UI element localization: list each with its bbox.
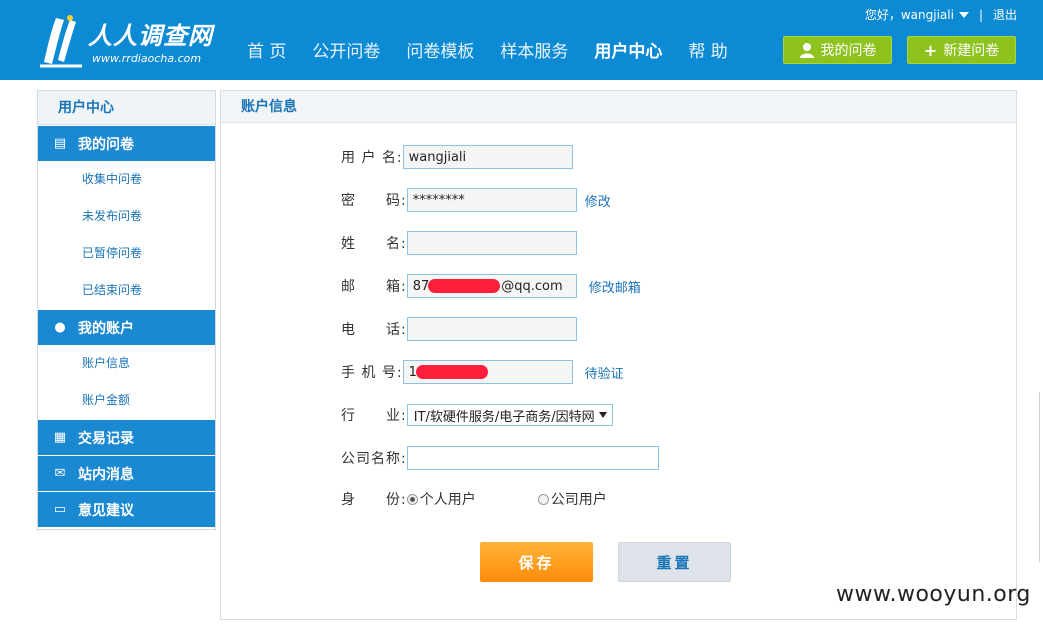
logo-url: www.rrdiaocha.com — [92, 52, 202, 65]
field-identity: 身 份: 个人用户 公司用户 — [341, 487, 607, 511]
main-panel: 账户信息 用 户 名: wangjiali 密 码: ******** 修改 姓… — [220, 90, 1017, 620]
field-username: 用 户 名: wangjiali — [341, 145, 573, 169]
envelope-icon: ✉ — [54, 466, 66, 481]
username-label: 用 户 名: — [341, 150, 403, 166]
watermark: www.wooyun.org — [836, 582, 1031, 607]
realname-label: 姓 名: — [341, 236, 407, 252]
main-nav: 首 页 公开问卷 问卷模板 样本服务 用户中心 帮 助 — [234, 38, 741, 66]
identity-label: 身 份: — [341, 492, 407, 508]
industry-label: 行 业: — [341, 408, 407, 424]
username-input[interactable]: wangjiali — [402, 145, 573, 169]
logo-title: 人人调查网 — [88, 22, 213, 50]
redaction-mark — [427, 279, 500, 293]
email-prefix: 87 — [412, 278, 430, 294]
user-icon — [799, 43, 814, 58]
nav-public-surveys[interactable]: 公开问卷 — [299, 38, 393, 66]
sidebar-section-messages[interactable]: ✉ 站内消息 — [38, 456, 215, 491]
email-suffix: @qq.com — [501, 278, 563, 294]
section-label: 我的账户 — [78, 320, 134, 337]
sidebar-item-ended[interactable]: 已结束问卷 — [38, 272, 215, 309]
mobile-verify-link[interactable]: 待验证 — [585, 363, 624, 382]
identity-company-radio[interactable]: 公司用户 — [537, 489, 607, 509]
my-surveys-label: 我的问卷 — [820, 43, 877, 59]
comment-icon: ▭ — [53, 502, 67, 517]
page-scrollbar[interactable] — [1039, 392, 1043, 562]
new-survey-button[interactable]: + 新建问卷 — [907, 36, 1016, 64]
sidebar-item-paused[interactable]: 已暂停问卷 — [38, 235, 215, 272]
nav-sample-service[interactable]: 样本服务 — [487, 38, 581, 66]
page-title: 账户信息 — [221, 91, 1016, 123]
realname-input[interactable] — [406, 231, 577, 255]
password-input[interactable]: ******** — [406, 188, 577, 212]
field-industry: 行 业: IT/软硬件服务/电子商务/因特网 — [341, 403, 613, 427]
phone-label: 电 话: — [341, 322, 407, 338]
section-label: 意见建议 — [78, 502, 134, 519]
user-icon: ● — [54, 320, 66, 335]
sidebar-section-my-account[interactable]: ● 我的账户 — [38, 310, 215, 345]
identity-company-label: 公司用户 — [550, 492, 607, 508]
reset-button[interactable]: 重置 — [618, 542, 731, 582]
email-input[interactable]: 87 @qq.com — [406, 274, 577, 298]
top-header: 人人调查网 www.rrdiaocha.com 首 页 公开问卷 问卷模板 样本… — [0, 0, 1043, 80]
company-label: 公司名称: — [341, 451, 407, 467]
plus-icon: + — [923, 40, 938, 60]
nav-home[interactable]: 首 页 — [234, 38, 299, 66]
divider: | — [978, 7, 983, 22]
company-input[interactable] — [406, 446, 659, 470]
email-label: 邮 箱: — [341, 279, 407, 295]
nav-help[interactable]: 帮 助 — [675, 38, 740, 66]
field-phone: 电 话: — [341, 317, 577, 341]
clipboard-icon: ▤ — [53, 136, 67, 151]
chevron-down-icon — [598, 412, 607, 418]
chevron-down-icon[interactable] — [958, 11, 969, 18]
sidebar-item-account-info[interactable]: 账户信息 — [38, 345, 215, 382]
identity-personal-radio[interactable]: 个人用户 — [406, 489, 476, 509]
field-email: 邮 箱: 87 @qq.com 修改邮箱 — [341, 274, 641, 298]
field-mobile: 手 机 号: 1 待验证 — [341, 360, 624, 384]
sidebar-item-collecting[interactable]: 收集中问卷 — [38, 161, 215, 198]
nav-templates[interactable]: 问卷模板 — [393, 38, 487, 66]
greeting-text[interactable]: 您好，wangjiali — [865, 6, 954, 23]
change-password-link[interactable]: 修改 — [585, 191, 611, 210]
section-label: 站内消息 — [78, 466, 134, 483]
sidebar-item-account-balance[interactable]: 账户金额 — [38, 382, 215, 419]
section-label: 我的问卷 — [78, 136, 134, 153]
field-realname: 姓 名: — [341, 231, 577, 255]
new-survey-label: 新建问卷 — [943, 43, 1000, 59]
sidebar-item-unpublished[interactable]: 未发布问卷 — [38, 198, 215, 235]
sidebar-section-transactions[interactable]: ▦ 交易记录 — [38, 420, 215, 455]
password-label: 密 码: — [341, 193, 407, 209]
field-password: 密 码: ******** 修改 — [341, 188, 611, 212]
radio-checked-icon — [406, 493, 418, 505]
site-logo[interactable]: 人人调查网 www.rrdiaocha.com — [38, 10, 228, 72]
sidebar-title: 用户中心 — [38, 91, 215, 125]
my-surveys-button[interactable]: 我的问卷 — [783, 36, 892, 64]
save-button[interactable]: 保存 — [480, 542, 593, 582]
ledger-icon: ▦ — [53, 430, 67, 445]
sidebar: 用户中心 ▤ 我的问卷 收集中问卷 未发布问卷 已暂停问卷 已结束问卷 ● 我的… — [37, 90, 216, 530]
section-label: 交易记录 — [78, 430, 134, 447]
industry-selected: IT/软硬件服务/电子商务/因特网 — [413, 409, 595, 425]
sidebar-section-my-surveys[interactable]: ▤ 我的问卷 — [38, 126, 215, 161]
user-topbar: 您好，wangjiali | 退出 — [865, 6, 1017, 23]
field-company: 公司名称: — [341, 446, 659, 470]
logout-link[interactable]: 退出 — [993, 6, 1017, 23]
identity-personal-label: 个人用户 — [419, 492, 476, 508]
sidebar-section-feedback[interactable]: ▭ 意见建议 — [38, 492, 215, 527]
phone-input[interactable] — [406, 317, 577, 341]
industry-select[interactable]: IT/软硬件服务/电子商务/因特网 — [406, 404, 613, 426]
change-email-link[interactable]: 修改邮箱 — [589, 277, 641, 296]
nav-user-center[interactable]: 用户中心 — [581, 38, 675, 66]
mobile-label: 手 机 号: — [341, 365, 403, 381]
radio-unchecked-icon — [537, 493, 549, 505]
redaction-mark — [415, 365, 488, 379]
pencil-logo-icon — [40, 15, 82, 68]
mobile-input[interactable]: 1 — [402, 360, 573, 384]
